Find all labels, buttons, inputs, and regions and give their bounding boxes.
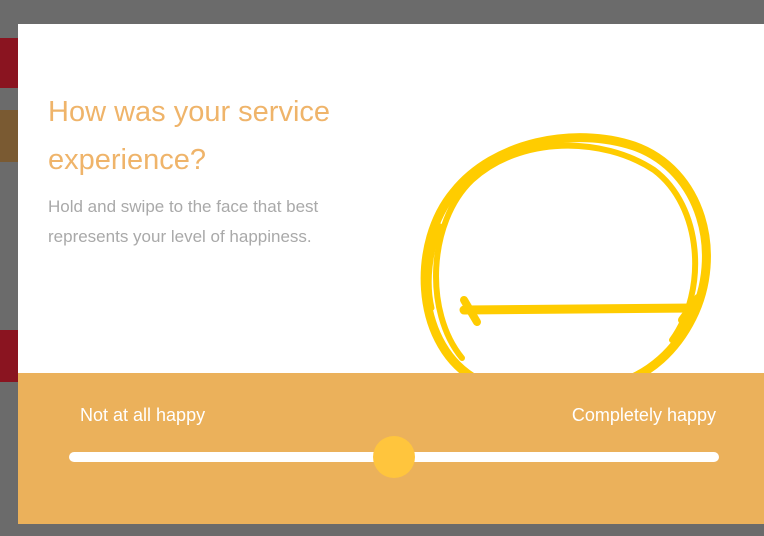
- happiness-slider-thumb[interactable]: [373, 436, 415, 478]
- happiness-scale-panel: Not at all happy Completely happy: [18, 373, 764, 524]
- survey-title: How was your service experience?: [48, 96, 331, 176]
- background-strip: [0, 330, 18, 382]
- scale-max-label: Completely happy: [571, 405, 716, 425]
- scale-min-label: Not at all happy: [80, 405, 206, 425]
- background-strip: [0, 38, 18, 88]
- survey-instructions: Hold and swipe to the face that best rep…: [48, 197, 319, 246]
- background-strip: [0, 110, 18, 162]
- feedback-modal: How was your service experience? Hold an…: [18, 24, 764, 524]
- neutral-face-icon: [420, 133, 711, 382]
